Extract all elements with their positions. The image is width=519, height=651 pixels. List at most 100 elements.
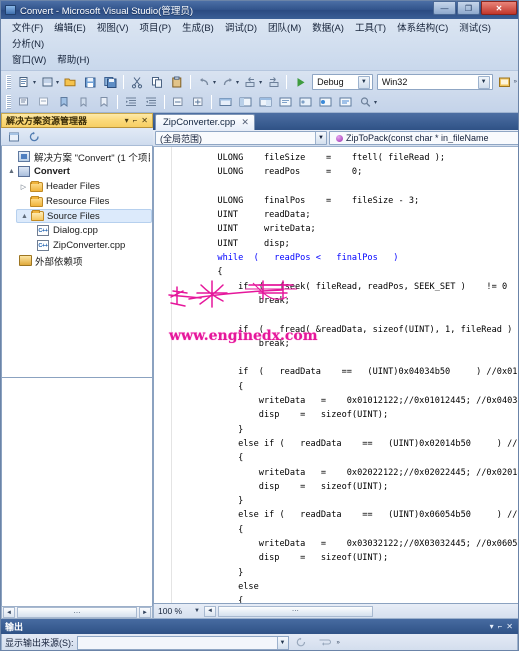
tree-node-dialog-cpp[interactable]: C++ Dialog.cpp [2, 223, 152, 238]
tree-node-source-files[interactable]: ▲ Source Files [16, 209, 152, 223]
code-text[interactable]: ULONG fileSize = ftell( fileRead ); ULON… [172, 147, 518, 603]
copy-icon[interactable] [148, 74, 166, 91]
outdent-icon[interactable] [142, 94, 160, 111]
chevron-down-icon[interactable]: ▼ [194, 608, 200, 614]
toolbar-overflow-icon-2[interactable]: ▾ [374, 99, 377, 106]
next-bookmark-icon[interactable] [75, 94, 93, 111]
toolbar-overflow-icon[interactable]: » [514, 79, 517, 85]
close-icon[interactable]: ✕ [139, 116, 150, 125]
solution-explorer-hscrollbar[interactable]: ◄ ⋯ ► [1, 606, 153, 619]
output-source-dropdown[interactable]: ▼ [76, 635, 289, 650]
redo-icon[interactable] [218, 74, 236, 91]
navigate-back-icon[interactable] [241, 74, 259, 91]
solution-explorer-window-icon[interactable] [256, 94, 274, 111]
find-in-files-icon[interactable] [496, 74, 514, 91]
editor-gutter[interactable] [154, 147, 172, 603]
bookmark-toggle-icon[interactable] [55, 94, 73, 111]
menu-item-project[interactable]: 项目(P) [134, 21, 177, 37]
menu-item-debug[interactable]: 调试(D) [220, 21, 263, 37]
save-all-icon[interactable] [101, 74, 119, 91]
member-dropdown[interactable]: ZipToPack(const char * in_fileName ▼ [329, 131, 518, 145]
refresh-icon[interactable] [25, 128, 43, 145]
collapse-all-icon[interactable] [169, 94, 187, 111]
clear-output-icon[interactable] [293, 634, 311, 650]
start-debugging-icon[interactable] [291, 74, 309, 91]
code-editor[interactable]: ULONG fileSize = ftell( fileRead ); ULON… [153, 147, 518, 604]
editor-hscrollbar[interactable]: ◄ ⋯ ► [203, 605, 518, 617]
undo-icon[interactable] [195, 74, 213, 91]
cut-icon[interactable] [128, 74, 146, 91]
properties-icon[interactable] [5, 128, 23, 145]
menu-item-file[interactable]: 文件(F) [7, 21, 49, 37]
expander-icon[interactable]: ▲ [6, 168, 17, 175]
uncomment-icon[interactable] [35, 94, 53, 111]
scope-dropdown[interactable]: (全局范围) ▼ [155, 131, 327, 145]
minimize-button[interactable]: — [433, 1, 456, 15]
tab-zipconverter-cpp[interactable]: ZipConverter.cpp ✕ [155, 114, 255, 130]
menu-item-tools[interactable]: 工具(T) [350, 21, 392, 37]
tree-node-external-dependencies[interactable]: 外部依赖项 [2, 253, 152, 268]
zoom-level[interactable]: 100 % [154, 606, 194, 616]
new-item-icon[interactable] [15, 74, 33, 91]
menu-item-help[interactable]: 帮助(H) [52, 53, 95, 69]
menu-item-test[interactable]: 测试(S) [454, 21, 497, 37]
menu-item-edit[interactable]: 编辑(E) [49, 21, 92, 37]
class-view-icon[interactable] [276, 94, 294, 111]
find-icon[interactable] [356, 94, 374, 111]
menu-item-data[interactable]: 数据(A) [307, 21, 350, 37]
configuration-dropdown[interactable]: Debug ▼ [312, 74, 373, 90]
word-wrap-icon[interactable] [316, 634, 334, 650]
tree-node-project[interactable]: ▲ Convert [2, 164, 152, 179]
expander-icon[interactable]: ▲ [19, 213, 30, 220]
toolbar-grip-2[interactable] [6, 95, 11, 109]
tree-node-resource-files[interactable]: Resource Files [2, 194, 152, 209]
redo-dropdown-icon[interactable]: ▾ [236, 79, 239, 86]
pin-icon[interactable]: ⌐ [496, 622, 505, 631]
indent-icon[interactable] [122, 94, 140, 111]
new-item-dropdown-icon[interactable]: ▾ [33, 79, 36, 86]
menu-item-architecture[interactable]: 体系结构(C) [392, 21, 454, 37]
expand-all-icon[interactable] [189, 94, 207, 111]
navigate-forward-icon[interactable] [264, 74, 282, 91]
tree-node-header-files[interactable]: ▷ Header Files [2, 179, 152, 194]
scroll-left-icon[interactable]: ◄ [203, 605, 216, 617]
chevron-down-icon[interactable]: ▼ [315, 132, 326, 144]
expander-icon[interactable]: ▷ [18, 183, 29, 191]
toolbox-icon[interactable] [216, 94, 234, 111]
scrollbar-thumb[interactable]: ⋯ [217, 605, 373, 617]
chevron-down-icon[interactable]: ▾ [123, 116, 131, 125]
menu-item-window[interactable]: 窗口(W) [7, 53, 52, 69]
output-toolbar-overflow-icon[interactable]: » [337, 640, 340, 646]
add-item-icon[interactable] [38, 74, 56, 91]
open-file-icon[interactable] [61, 74, 79, 91]
maximize-button[interactable]: ❐ [457, 1, 480, 15]
chevron-down-icon[interactable]: ▼ [357, 75, 370, 89]
add-item-dropdown-icon[interactable]: ▾ [56, 79, 59, 86]
solution-tree[interactable]: 解决方案 "Convert" (1 个项目 ▲ Convert ▷ Header… [1, 146, 153, 378]
undo-dropdown-icon[interactable]: ▾ [213, 79, 216, 86]
menu-item-team[interactable]: 团队(M) [263, 21, 307, 37]
properties-window-icon[interactable] [236, 94, 254, 111]
comment-icon[interactable] [15, 94, 33, 111]
object-browser-icon[interactable] [296, 94, 314, 111]
pin-icon[interactable]: ⌐ [131, 116, 140, 125]
scroll-left-icon[interactable]: ◄ [3, 607, 15, 618]
tree-node-zipconverter-cpp[interactable]: C++ ZipConverter.cpp [2, 238, 152, 253]
toolbar-grip[interactable] [6, 75, 11, 89]
chevron-down-icon[interactable]: ▼ [276, 636, 288, 649]
chevron-down-icon[interactable]: ▼ [477, 75, 490, 89]
scroll-right-icon[interactable]: ► [139, 607, 151, 618]
chevron-down-icon[interactable]: ▾ [488, 622, 496, 631]
navigate-back-dropdown-icon[interactable]: ▾ [259, 79, 262, 86]
clear-bookmarks-icon[interactable] [95, 94, 113, 111]
menu-item-build[interactable]: 生成(B) [177, 21, 220, 37]
close-button[interactable]: ✕ [481, 1, 517, 15]
close-icon[interactable]: ✕ [504, 622, 515, 631]
scrollbar-thumb[interactable]: ⋯ [17, 607, 137, 618]
save-icon[interactable] [81, 74, 99, 91]
output-window-icon[interactable] [336, 94, 354, 111]
menu-item-analyze[interactable]: 分析(N) [7, 37, 50, 53]
tree-node-solution[interactable]: 解决方案 "Convert" (1 个项目 [2, 149, 152, 164]
menu-item-view[interactable]: 视图(V) [92, 21, 135, 37]
error-list-icon[interactable] [316, 94, 334, 111]
